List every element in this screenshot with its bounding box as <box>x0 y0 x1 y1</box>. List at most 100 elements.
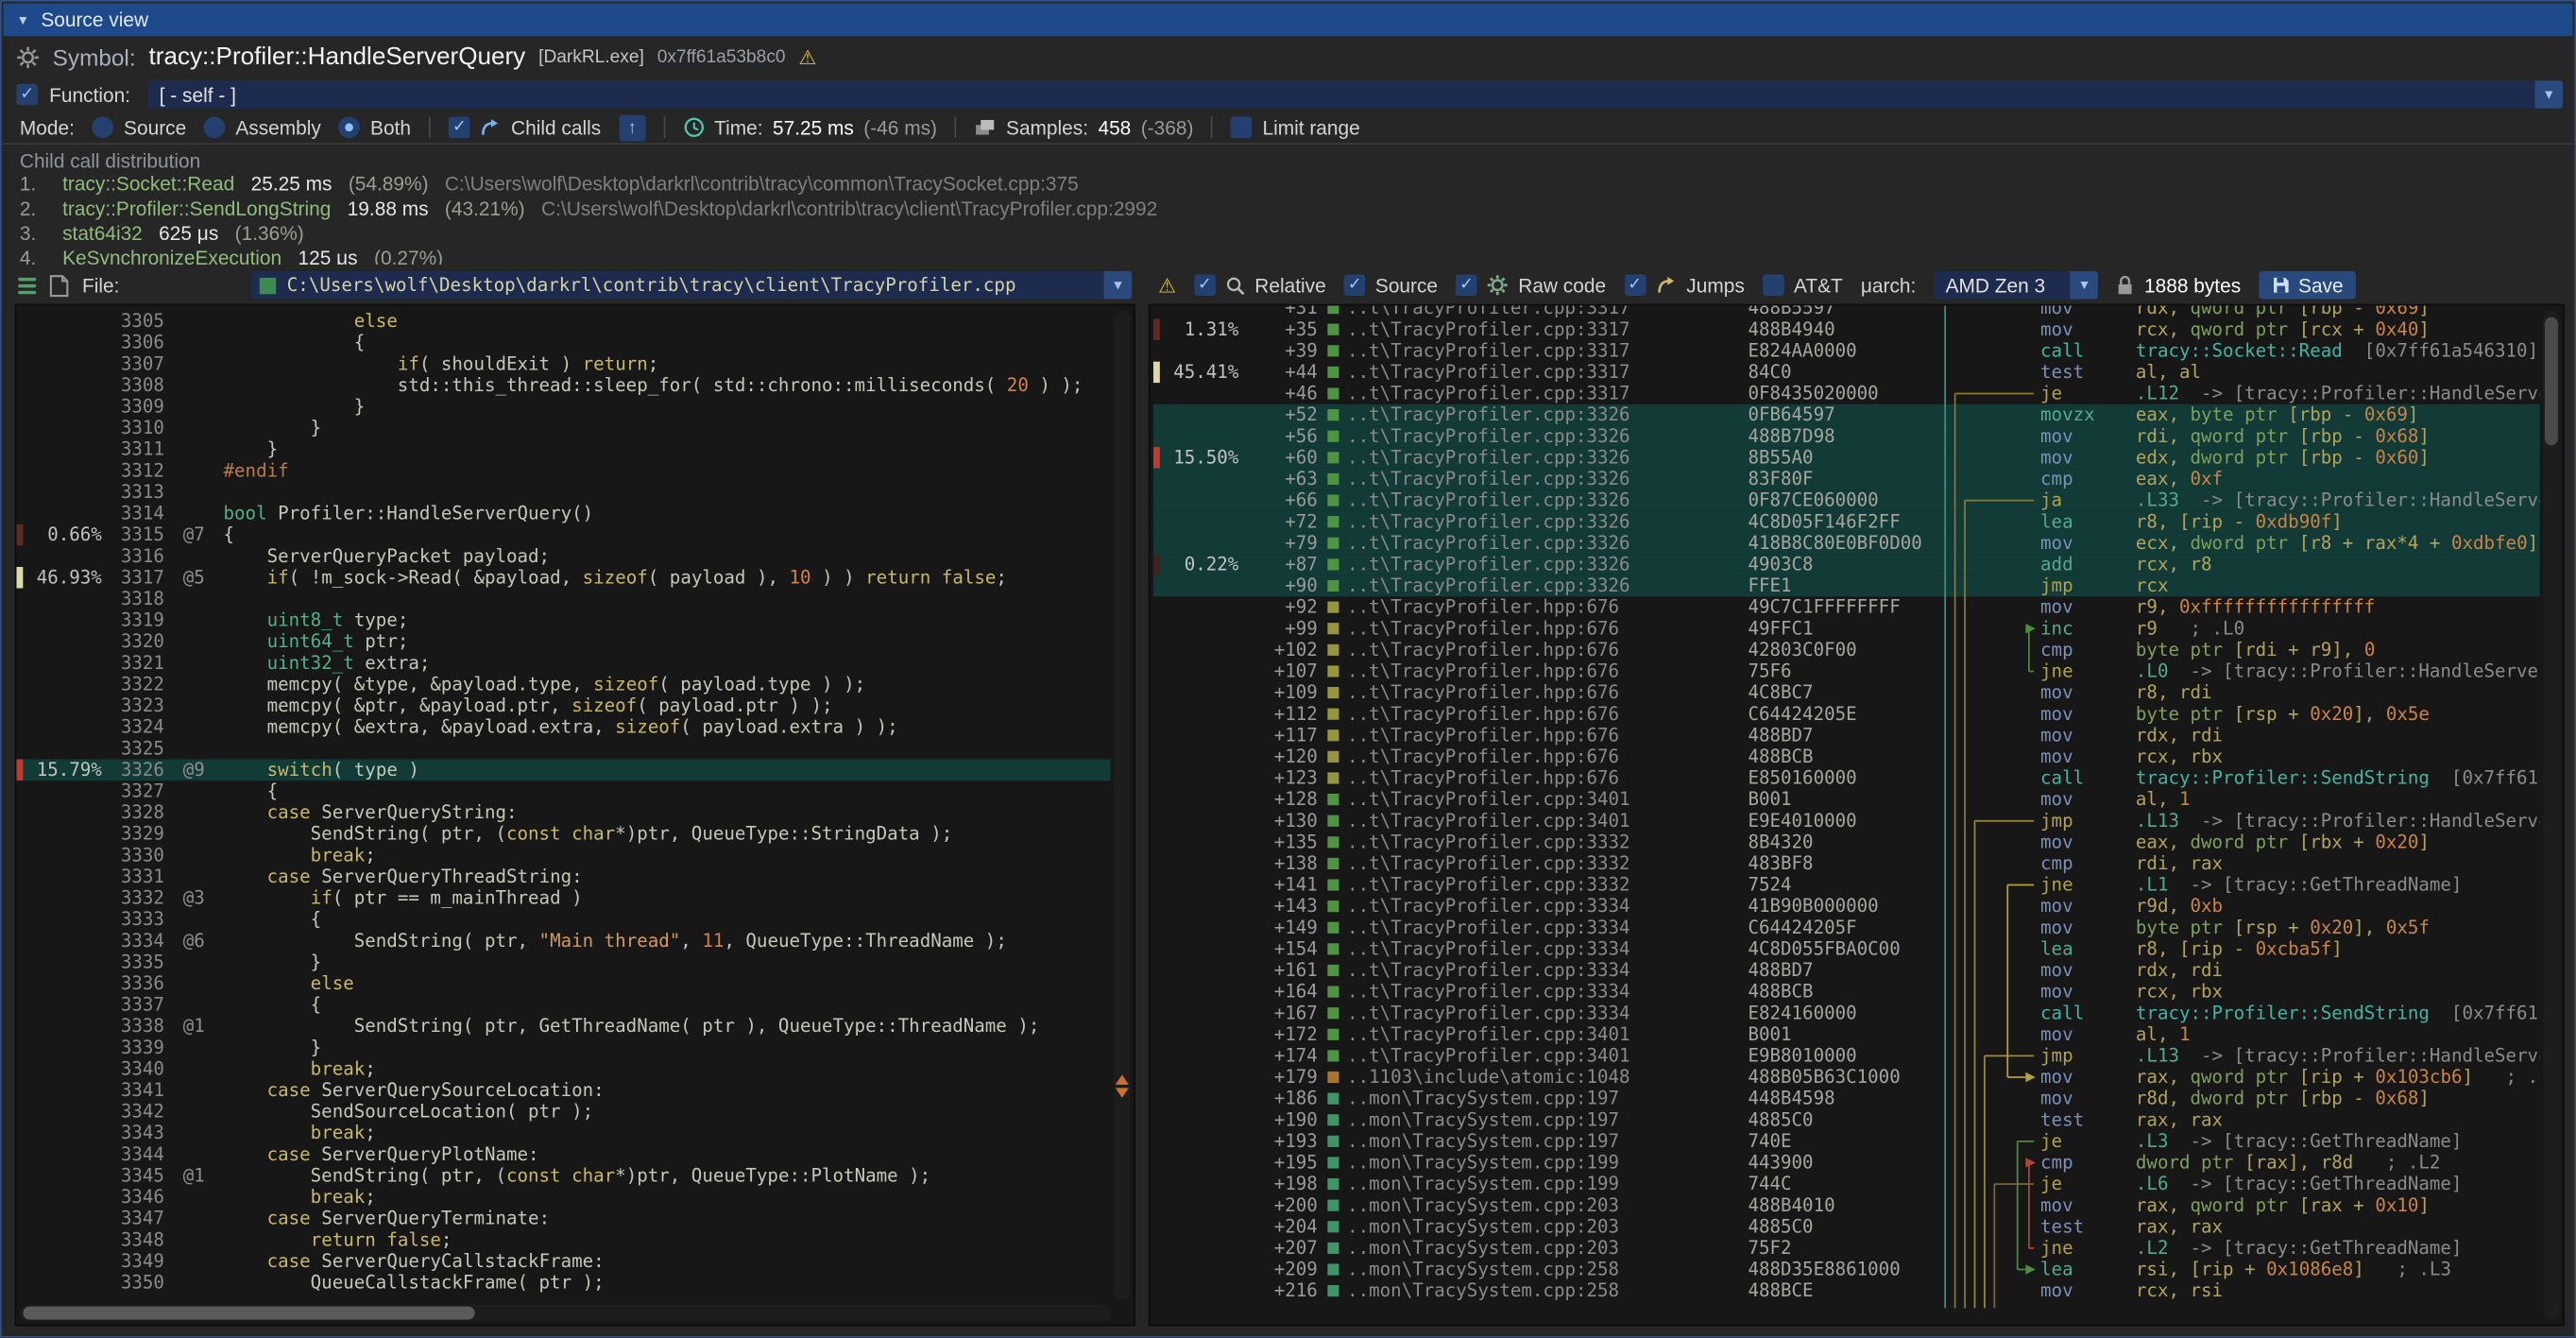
source-line[interactable]: 3310 } <box>16 418 1110 439</box>
radio-mode-assembly[interactable]: Assembly <box>204 116 321 139</box>
source-location-link[interactable]: ..t\TracyProfiler.cpp:3317 <box>1327 304 1738 319</box>
source-location-link[interactable]: ..mon\TracySystem.cpp:203 <box>1327 1194 1738 1216</box>
asm-instruction-row[interactable]: +120..t\TracyProfiler.hpp:676488BCBmovrc… <box>1153 746 2540 768</box>
asm-instruction-row[interactable]: +128..t\TracyProfiler.cpp:3401B001moval,… <box>1153 789 2540 811</box>
asm-instruction-row[interactable]: 1.31%+35..t\TracyProfiler.cpp:3317488B49… <box>1153 318 2540 340</box>
limit-range-checkbox[interactable]: Limit range <box>1231 116 1359 139</box>
asm-instruction-row[interactable]: 0.22%+87..t\TracyProfiler.cpp:33264903C8… <box>1153 554 2540 575</box>
source-line[interactable]: 3313 <box>16 482 1110 504</box>
source-line[interactable]: 46.93%3317@5 if( !m_sock->Read( &payload… <box>16 567 1110 589</box>
source-location-link[interactable]: ..t\TracyProfiler.cpp:3332 <box>1327 832 1738 853</box>
source-line[interactable]: 3334@6 SendString( ptr, "Main thread", 1… <box>16 930 1110 952</box>
asm-instruction-row[interactable]: +135..t\TracyProfiler.cpp:33328B4320move… <box>1153 832 2540 853</box>
asm-instruction-row[interactable]: +161..t\TracyProfiler.cpp:3334488BD7movr… <box>1153 960 2540 982</box>
asm-instruction-row[interactable]: +79..t\TracyProfiler.cpp:3326418B8C80E0B… <box>1153 532 2540 554</box>
asm-instruction-row[interactable]: +204..mon\TracySystem.cpp:2034885C0testr… <box>1153 1216 2540 1238</box>
source-location-link[interactable]: ..t\TracyProfiler.hpp:676 <box>1327 660 1738 682</box>
source-line[interactable]: 3346 break; <box>16 1187 1110 1209</box>
file-list-icon[interactable] <box>18 277 36 293</box>
function-checkbox[interactable]: ✓ <box>16 84 38 106</box>
relative-checkbox[interactable]: ✓ Relative <box>1194 274 1326 297</box>
source-location-link[interactable]: ..t\TracyProfiler.cpp:3317 <box>1327 318 1738 340</box>
source-line[interactable]: 3336 else <box>16 973 1110 995</box>
asm-instruction-row[interactable]: +172..t\TracyProfiler.cpp:3401B001moval,… <box>1153 1023 2540 1045</box>
go-to-caller-button[interactable]: ↑ <box>619 114 645 141</box>
source-line[interactable]: 3329 SendString( ptr, (const char*)ptr, … <box>16 823 1110 845</box>
source-location-link[interactable]: ..t\TracyProfiler.hpp:676 <box>1327 596 1738 618</box>
jumps-checkbox[interactable]: ✓ Jumps <box>1624 274 1745 297</box>
source-line[interactable]: 15.79%3326@9 switch( type ) <box>16 759 1110 780</box>
source-location-link[interactable]: ..t\TracyProfiler.cpp:3326 <box>1327 425 1738 447</box>
source-location-link[interactable]: ..t\TracyProfiler.cpp:3332 <box>1327 874 1738 896</box>
function-dropdown[interactable]: [ - self - ] ▼ <box>148 80 2564 109</box>
source-location-link[interactable]: ..t\TracyProfiler.hpp:676 <box>1327 767 1738 789</box>
title-bar[interactable]: ▼ Source view <box>3 3 2572 36</box>
asm-instruction-row[interactable]: +56..t\TracyProfiler.cpp:3326488B7D98mov… <box>1153 425 2540 447</box>
source-line[interactable]: 3344 case ServerQueryPlotName: <box>16 1143 1110 1165</box>
radio-mode-both[interactable]: Both <box>339 116 411 139</box>
asm-instruction-row[interactable]: +99..t\TracyProfiler.hpp:67649FFC1incr9 … <box>1153 618 2540 640</box>
asm-instruction-row[interactable]: +216..mon\TracySystem.cpp:258488BCEmovrc… <box>1153 1280 2540 1302</box>
child-call-entry[interactable]: 4.KeSynchronizeExecution125 μs(0.27%) <box>20 247 2573 265</box>
asm-instruction-row[interactable]: +109..t\TracyProfiler.hpp:6764C8BC7movr8… <box>1153 682 2540 704</box>
asm-instruction-row[interactable]: +63..t\TracyProfiler.cpp:332683F80Fcmpea… <box>1153 469 2540 490</box>
source-location-link[interactable]: ..t\TracyProfiler.cpp:3401 <box>1327 1045 1738 1067</box>
asm-instruction-row[interactable]: +198..mon\TracySystem.cpp:199744Cje.L6 -… <box>1153 1174 2540 1195</box>
source-location-link[interactable]: ..t\TracyProfiler.cpp:3334 <box>1327 960 1738 982</box>
asm-instruction-row[interactable]: +102..t\TracyProfiler.hpp:67642803C0F00c… <box>1153 640 2540 661</box>
source-location-link[interactable]: ..t\TracyProfiler.cpp:3326 <box>1327 447 1738 469</box>
asm-instruction-row[interactable]: +52..t\TracyProfiler.cpp:33260FB64597mov… <box>1153 404 2540 426</box>
source-line[interactable]: 3307 if( shouldExit ) return; <box>16 353 1110 375</box>
source-location-link[interactable]: ..t\TracyProfiler.cpp:3326 <box>1327 469 1738 490</box>
asm-instruction-row[interactable]: +207..mon\TracySystem.cpp:20375F2jne.L2 … <box>1153 1238 2540 1260</box>
raw-code-checkbox[interactable]: ✓ Raw code <box>1456 274 1606 297</box>
asm-instruction-row[interactable]: +193..mon\TracySystem.cpp:197740Eje.L3 -… <box>1153 1131 2540 1153</box>
source-location-link[interactable]: ..t\TracyProfiler.cpp:3326 <box>1327 489 1738 511</box>
source-line[interactable]: 0.66%3315@7{ <box>16 524 1110 546</box>
source-line[interactable]: 3338@1 SendString( ptr, GetThreadName( p… <box>16 1016 1110 1038</box>
asm-instruction-row[interactable]: +209..mon\TracySystem.cpp:258488D35E8861… <box>1153 1259 2540 1280</box>
asm-instruction-row[interactable]: +72..t\TracyProfiler.cpp:33264C8D05F146F… <box>1153 511 2540 533</box>
source-line[interactable]: 3312#endif <box>16 460 1110 482</box>
source-horizontal-scrollbar[interactable] <box>20 1305 1111 1321</box>
asm-instruction-row[interactable]: +143..t\TracyProfiler.cpp:333441B90B0000… <box>1153 896 2540 918</box>
source-location-link[interactable]: ..t\TracyProfiler.hpp:676 <box>1327 703 1738 725</box>
source-line[interactable]: 3325 <box>16 738 1110 760</box>
source-location-link[interactable]: ..t\TracyProfiler.hpp:676 <box>1327 682 1738 704</box>
asm-instruction-row[interactable]: +112..t\TracyProfiler.hpp:676C64424205Em… <box>1153 703 2540 725</box>
source-line[interactable]: 3348 return false; <box>16 1229 1110 1251</box>
source-line[interactable]: 3309 } <box>16 396 1110 418</box>
asm-instruction-row[interactable]: +107..t\TracyProfiler.hpp:67675F6jne.L0 … <box>1153 660 2540 682</box>
source-location-link[interactable]: ..t\TracyProfiler.cpp:3326 <box>1327 554 1738 575</box>
source-line[interactable]: 3323 memcpy( &ptr, &payload.ptr, sizeof(… <box>16 695 1110 717</box>
asm-instruction-row[interactable]: +92..t\TracyProfiler.hpp:67649C7C1FFFFFF… <box>1153 596 2540 618</box>
asm-instruction-row[interactable]: +31..t\TracyProfiler.cpp:3317488B5597mov… <box>1153 304 2540 319</box>
source-checkbox[interactable]: ✓ Source <box>1344 274 1438 297</box>
source-line[interactable]: 3311 } <box>16 438 1110 460</box>
source-line[interactable]: 3306 { <box>16 332 1110 353</box>
asm-instruction-row[interactable]: +164..t\TracyProfiler.cpp:3334488BCBmovr… <box>1153 981 2540 1003</box>
source-location-link[interactable]: ..t\TracyProfiler.cpp:3401 <box>1327 1023 1738 1045</box>
source-line[interactable]: 3308 std::this_thread::sleep_for( std::c… <box>16 375 1110 397</box>
source-location-link[interactable]: ..t\TracyProfiler.cpp:3317 <box>1327 340 1738 362</box>
source-location-link[interactable]: ..t\TracyProfiler.cpp:3334 <box>1327 1003 1738 1024</box>
asm-vertical-scrollbar[interactable] <box>2543 311 2559 1320</box>
source-line[interactable]: 3314bool Profiler::HandleServerQuery() <box>16 503 1110 524</box>
file-dropdown[interactable]: C:\Users\wolf\Desktop\darkrl\contrib\tra… <box>251 271 1133 300</box>
asm-instruction-row[interactable]: +186..mon\TracySystem.cpp:197448B4598mov… <box>1153 1088 2540 1109</box>
source-line[interactable]: 3321 uint32_t extra; <box>16 652 1110 674</box>
source-line[interactable]: 3318 <box>16 589 1110 610</box>
asm-instruction-row[interactable]: +195..mon\TracySystem.cpp:199443900cmpdw… <box>1153 1152 2540 1174</box>
source-line[interactable]: 3319 uint8_t type; <box>16 609 1110 631</box>
source-line[interactable]: 3324 memcpy( &extra, &payload.extra, siz… <box>16 716 1110 738</box>
source-line[interactable]: 3331 case ServerQueryThreadString: <box>16 866 1110 888</box>
asm-instruction-row[interactable]: +200..mon\TracySystem.cpp:203488B4010mov… <box>1153 1194 2540 1216</box>
asm-instruction-row[interactable]: +190..mon\TracySystem.cpp:1974885C0testr… <box>1153 1109 2540 1131</box>
asm-instruction-row[interactable]: +167..t\TracyProfiler.cpp:3334E824160000… <box>1153 1003 2540 1024</box>
uarch-dropdown[interactable]: AMD Zen 3 ▼ <box>1934 271 2098 300</box>
source-location-link[interactable]: ..mon\TracySystem.cpp:197 <box>1327 1088 1738 1109</box>
source-location-link[interactable]: ..t\TracyProfiler.cpp:3332 <box>1327 853 1738 875</box>
source-location-link[interactable]: ..mon\TracySystem.cpp:203 <box>1327 1238 1738 1260</box>
collapse-arrow-icon[interactable]: ▼ <box>16 12 29 27</box>
asm-instruction-row[interactable]: +179..1103\include\atomic:1048488B05B63C… <box>1153 1067 2540 1089</box>
